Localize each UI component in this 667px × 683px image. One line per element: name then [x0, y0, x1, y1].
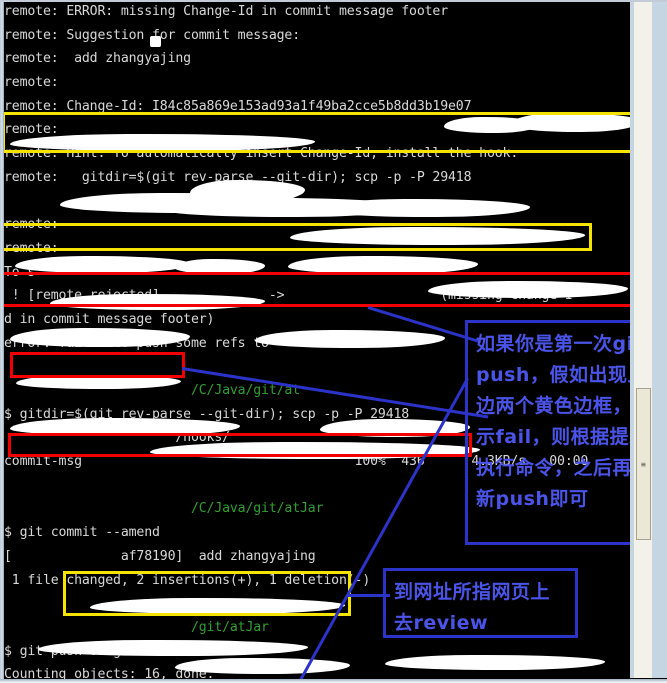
redaction-blob [428, 281, 628, 298]
redaction-blob [290, 227, 585, 245]
window-left-border [0, 0, 4, 683]
redaction-blob [385, 655, 605, 670]
redaction-blob [175, 658, 350, 674]
window-bottom-border [0, 679, 667, 683]
redaction-blob [175, 259, 265, 274]
redaction-blob [50, 294, 265, 310]
redaction-blob [90, 598, 345, 614]
terminal-line: [ af78190] add zhangyajing [4, 548, 316, 564]
terminal-line: remote: gitdir=$(git rev-parse --git-dir… [4, 169, 472, 185]
redaction-blob [10, 134, 315, 151]
redaction-blob [255, 330, 445, 348]
window-top-border [0, 0, 667, 2]
terminal-window: remote: ERROR: missing Change-Id in comm… [0, 0, 667, 683]
redaction-blob [288, 256, 478, 274]
redaction-blob [38, 640, 308, 656]
terminal-line: remote: ERROR: missing Change-Id in comm… [4, 4, 449, 19]
redaction-blob [150, 36, 161, 47]
note-review-instructions: 到网址所指网页上去review [383, 568, 578, 638]
redaction-blob [10, 418, 240, 436]
redaction-blob [16, 375, 181, 389]
redaction-blob [15, 256, 190, 273]
scrollbar-thumb[interactable]: ≡ [636, 388, 651, 540]
scrollbar-track[interactable] [634, 0, 652, 678]
terminal-line: remote: Suggestion for commit message: [4, 27, 301, 43]
redaction-blob [10, 328, 190, 347]
terminal-line: remote: [4, 75, 59, 91]
terminal-line: remote: add zhangyajing [4, 51, 191, 67]
redaction-blob [320, 199, 530, 217]
redaction-blob [510, 113, 640, 132]
redaction-blob [320, 419, 470, 437]
scrollbar-grip-icon: ≡ [641, 460, 646, 469]
